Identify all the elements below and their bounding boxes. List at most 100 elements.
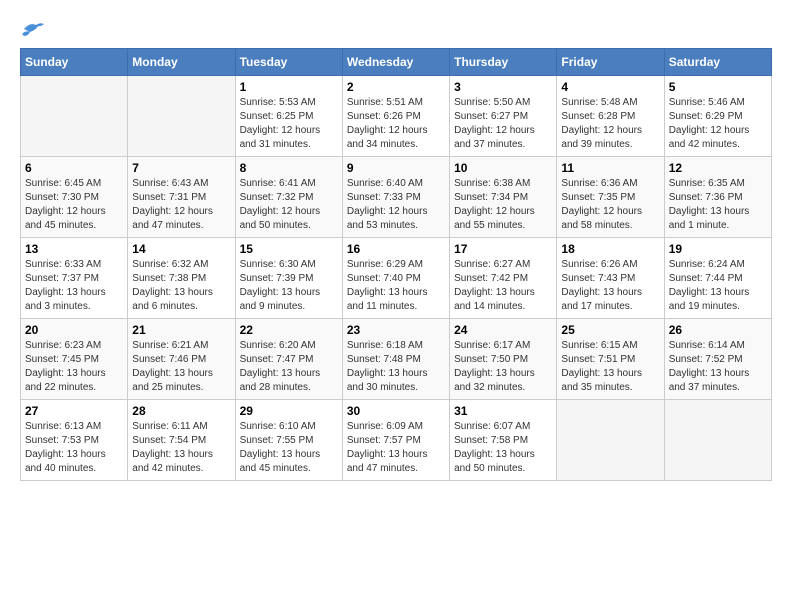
weekday-header-wednesday: Wednesday [342, 49, 449, 76]
day-number: 30 [347, 404, 445, 418]
day-number: 28 [132, 404, 230, 418]
day-number: 8 [240, 161, 338, 175]
calendar-cell: 1 Sunrise: 5:53 AM Sunset: 6:25 PM Daylig… [235, 76, 342, 157]
page-header [20, 20, 772, 38]
calendar-cell: 2 Sunrise: 5:51 AM Sunset: 6:26 PM Daylig… [342, 76, 449, 157]
day-info: Sunrise: 6:10 AM Sunset: 7:55 PM Dayligh… [240, 420, 338, 476]
calendar-cell: 24Sunrise: 6:17 AM Sunset: 7:50 PM Dayli… [450, 319, 557, 400]
calendar-cell: 25 Sunrise: 6:15 AM Sunset: 7:51 PM Dayli… [557, 319, 664, 400]
calendar-cell: 16 Sunrise: 6:29 AM Sunset: 7:40 PM Dayli… [342, 238, 449, 319]
day-number: 31 [454, 404, 552, 418]
day-info: Sunrise: 6:18 AM Sunset: 7:48 PM Dayligh… [347, 339, 445, 395]
day-number: 26 [669, 323, 767, 337]
calendar-cell: 7 Sunrise: 6:43 AM Sunset: 7:31 PM Daylig… [128, 157, 235, 238]
day-info: Sunrise: 5:53 AM Sunset: 6:25 PM Dayligh… [240, 96, 338, 152]
calendar-cell: 9 Sunrise: 6:40 AM Sunset: 7:33 PM Daylig… [342, 157, 449, 238]
day-number: 21 [132, 323, 230, 337]
day-info: Sunrise: 6:41 AM Sunset: 7:32 PM Dayligh… [240, 177, 338, 233]
calendar-cell: 3Sunrise: 5:50 AM Sunset: 6:27 PM Daylig… [450, 76, 557, 157]
calendar-cell: 5 Sunrise: 5:46 AM Sunset: 6:29 PM Daylig… [664, 76, 771, 157]
calendar-cell [128, 76, 235, 157]
calendar-cell: 4Sunrise: 5:48 AM Sunset: 6:28 PM Daylig… [557, 76, 664, 157]
calendar-week-5: 27Sunrise: 6:13 AM Sunset: 7:53 PM Dayli… [21, 400, 772, 481]
day-number: 1 [240, 80, 338, 94]
day-number: 19 [669, 242, 767, 256]
day-info: Sunrise: 6:30 AM Sunset: 7:39 PM Dayligh… [240, 258, 338, 314]
day-info: Sunrise: 5:50 AM Sunset: 6:27 PM Dayligh… [454, 96, 552, 152]
day-info: Sunrise: 6:17 AM Sunset: 7:50 PM Dayligh… [454, 339, 552, 395]
day-number: 4 [561, 80, 659, 94]
logo [20, 20, 44, 38]
day-info: Sunrise: 6:43 AM Sunset: 7:31 PM Dayligh… [132, 177, 230, 233]
calendar-cell: 10Sunrise: 6:38 AM Sunset: 7:34 PM Dayli… [450, 157, 557, 238]
day-number: 9 [347, 161, 445, 175]
calendar-cell [557, 400, 664, 481]
calendar-cell: 21 Sunrise: 6:21 AM Sunset: 7:46 PM Dayli… [128, 319, 235, 400]
day-info: Sunrise: 6:40 AM Sunset: 7:33 PM Dayligh… [347, 177, 445, 233]
calendar-cell: 14 Sunrise: 6:32 AM Sunset: 7:38 PM Dayli… [128, 238, 235, 319]
bird-icon [22, 20, 44, 38]
calendar-cell: 11 Sunrise: 6:36 AM Sunset: 7:35 PM Dayli… [557, 157, 664, 238]
calendar-cell: 12Sunrise: 6:35 AM Sunset: 7:36 PM Dayli… [664, 157, 771, 238]
day-number: 16 [347, 242, 445, 256]
day-info: Sunrise: 6:26 AM Sunset: 7:43 PM Dayligh… [561, 258, 659, 314]
day-info: Sunrise: 6:29 AM Sunset: 7:40 PM Dayligh… [347, 258, 445, 314]
calendar-cell: 19 Sunrise: 6:24 AM Sunset: 7:44 PM Dayli… [664, 238, 771, 319]
day-info: Sunrise: 6:14 AM Sunset: 7:52 PM Dayligh… [669, 339, 767, 395]
day-number: 11 [561, 161, 659, 175]
day-number: 5 [669, 80, 767, 94]
day-number: 6 [25, 161, 123, 175]
calendar-week-4: 20 Sunrise: 6:23 AM Sunset: 7:45 PM Dayli… [21, 319, 772, 400]
day-info: Sunrise: 6:33 AM Sunset: 7:37 PM Dayligh… [25, 258, 123, 314]
day-info: Sunrise: 6:07 AM Sunset: 7:58 PM Dayligh… [454, 420, 552, 476]
day-info: Sunrise: 6:13 AM Sunset: 7:53 PM Dayligh… [25, 420, 123, 476]
day-info: Sunrise: 6:32 AM Sunset: 7:38 PM Dayligh… [132, 258, 230, 314]
day-number: 14 [132, 242, 230, 256]
calendar-week-1: 1 Sunrise: 5:53 AM Sunset: 6:25 PM Daylig… [21, 76, 772, 157]
day-info: Sunrise: 6:36 AM Sunset: 7:35 PM Dayligh… [561, 177, 659, 233]
calendar-cell: 22 Sunrise: 6:20 AM Sunset: 7:47 PM Dayli… [235, 319, 342, 400]
day-info: Sunrise: 6:35 AM Sunset: 7:36 PM Dayligh… [669, 177, 767, 233]
day-info: Sunrise: 5:46 AM Sunset: 6:29 PM Dayligh… [669, 96, 767, 152]
calendar-cell: 27Sunrise: 6:13 AM Sunset: 7:53 PM Dayli… [21, 400, 128, 481]
day-info: Sunrise: 5:51 AM Sunset: 6:26 PM Dayligh… [347, 96, 445, 152]
calendar-cell: 17 Sunrise: 6:27 AM Sunset: 7:42 PM Dayli… [450, 238, 557, 319]
day-info: Sunrise: 6:24 AM Sunset: 7:44 PM Dayligh… [669, 258, 767, 314]
day-info: Sunrise: 6:23 AM Sunset: 7:45 PM Dayligh… [25, 339, 123, 395]
calendar-cell: 23 Sunrise: 6:18 AM Sunset: 7:48 PM Dayli… [342, 319, 449, 400]
weekday-header-thursday: Thursday [450, 49, 557, 76]
weekday-header-friday: Friday [557, 49, 664, 76]
calendar-cell: 28 Sunrise: 6:11 AM Sunset: 7:54 PM Dayli… [128, 400, 235, 481]
calendar-cell: 31 Sunrise: 6:07 AM Sunset: 7:58 PM Dayli… [450, 400, 557, 481]
calendar-cell: 18 Sunrise: 6:26 AM Sunset: 7:43 PM Dayli… [557, 238, 664, 319]
day-number: 2 [347, 80, 445, 94]
day-number: 17 [454, 242, 552, 256]
weekday-header-monday: Monday [128, 49, 235, 76]
calendar-cell: 8 Sunrise: 6:41 AM Sunset: 7:32 PM Daylig… [235, 157, 342, 238]
day-number: 23 [347, 323, 445, 337]
day-number: 15 [240, 242, 338, 256]
day-number: 7 [132, 161, 230, 175]
weekday-header-sunday: Sunday [21, 49, 128, 76]
day-number: 29 [240, 404, 338, 418]
day-info: Sunrise: 6:27 AM Sunset: 7:42 PM Dayligh… [454, 258, 552, 314]
day-number: 10 [454, 161, 552, 175]
calendar-cell [664, 400, 771, 481]
day-number: 13 [25, 242, 123, 256]
calendar-cell: 20 Sunrise: 6:23 AM Sunset: 7:45 PM Dayli… [21, 319, 128, 400]
weekday-header-tuesday: Tuesday [235, 49, 342, 76]
calendar-cell: 26 Sunrise: 6:14 AM Sunset: 7:52 PM Dayli… [664, 319, 771, 400]
day-number: 25 [561, 323, 659, 337]
calendar-cell [21, 76, 128, 157]
calendar-cell: 30Sunrise: 6:09 AM Sunset: 7:57 PM Dayli… [342, 400, 449, 481]
day-number: 20 [25, 323, 123, 337]
day-info: Sunrise: 6:11 AM Sunset: 7:54 PM Dayligh… [132, 420, 230, 476]
day-number: 22 [240, 323, 338, 337]
day-info: Sunrise: 6:15 AM Sunset: 7:51 PM Dayligh… [561, 339, 659, 395]
weekday-header-row: SundayMondayTuesdayWednesdayThursdayFrid… [21, 49, 772, 76]
day-info: Sunrise: 6:21 AM Sunset: 7:46 PM Dayligh… [132, 339, 230, 395]
day-number: 18 [561, 242, 659, 256]
day-info: Sunrise: 6:20 AM Sunset: 7:47 PM Dayligh… [240, 339, 338, 395]
calendar-table: SundayMondayTuesdayWednesdayThursdayFrid… [20, 48, 772, 481]
weekday-header-saturday: Saturday [664, 49, 771, 76]
